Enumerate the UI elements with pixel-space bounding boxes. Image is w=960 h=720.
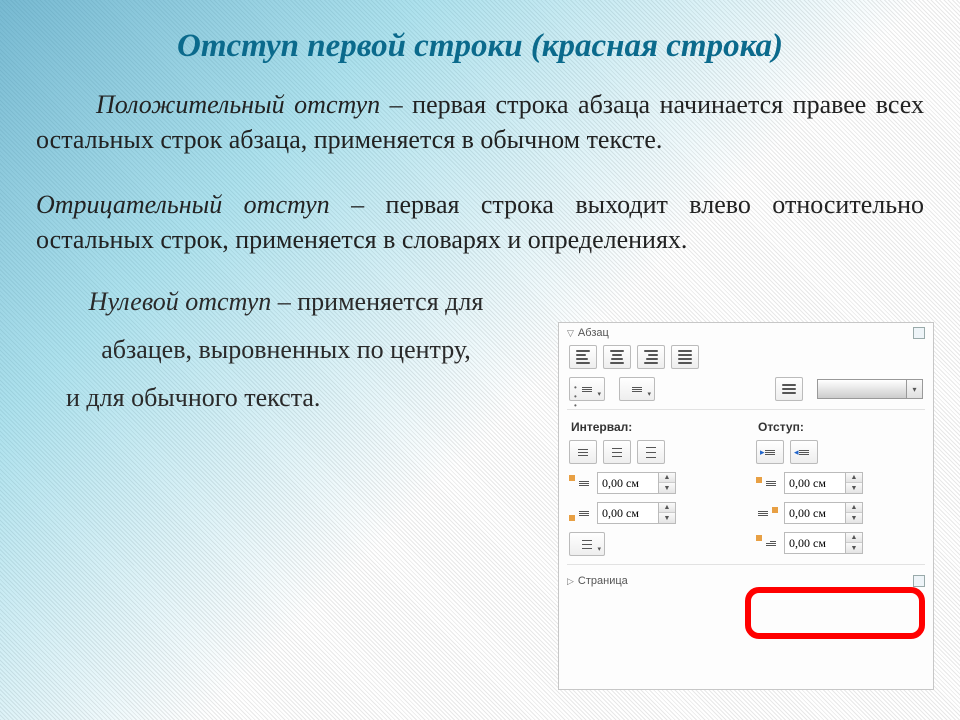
line-spacing-1-button[interactable] [569, 440, 597, 464]
first-line-indent-up[interactable]: ▲ [846, 533, 862, 543]
space-above-input[interactable] [598, 476, 658, 491]
term-negative: Отрицательный отступ [36, 190, 330, 219]
space-above-up[interactable]: ▲ [659, 473, 675, 483]
space-below-down[interactable]: ▼ [659, 513, 675, 523]
section-title-page: Страница [578, 575, 628, 587]
space-above-field[interactable]: ▲▼ [597, 472, 676, 494]
alignment-row [559, 341, 933, 373]
section-title-paragraph: Абзац [578, 327, 609, 339]
indent-right-up[interactable]: ▲ [846, 503, 862, 513]
first-line-indent-icon [756, 533, 778, 553]
line-spacing-15-button[interactable] [603, 440, 631, 464]
align-right-button[interactable] [637, 345, 665, 369]
paragraph-positive: Положительный отступ – первая строка абз… [36, 87, 924, 157]
space-below-input[interactable] [598, 506, 658, 521]
fill-toggle-button[interactable] [775, 377, 803, 401]
align-center-button[interactable] [603, 345, 631, 369]
slide-title: Отступ первой строки (красная строка) [36, 28, 924, 65]
align-left-button[interactable] [569, 345, 597, 369]
dialog-launcher-icon[interactable] [913, 327, 925, 339]
label-indent: Отступ: [746, 414, 933, 436]
bullet-list-button[interactable]: ••• ▾ [569, 377, 605, 401]
term-positive: Положительный отступ [96, 90, 380, 119]
space-above-icon [569, 473, 591, 493]
line-spacing-2-button[interactable] [637, 440, 665, 464]
term-zero: Нулевой отступ [89, 287, 272, 316]
indent-right-field[interactable]: ▲▼ [784, 502, 863, 524]
text-zero-2: абзацев, выровненных по центру, [36, 335, 536, 365]
align-justify-button[interactable] [671, 345, 699, 369]
indent-left-down[interactable]: ▼ [846, 483, 862, 493]
panel-section-paragraph[interactable]: ▽ Абзац [559, 323, 933, 341]
decrease-indent-button[interactable]: ◂ [790, 440, 818, 464]
indent-left-up[interactable]: ▲ [846, 473, 862, 483]
label-interval: Интервал: [559, 414, 746, 436]
indent-left-input[interactable] [785, 476, 845, 491]
first-line-indent-input[interactable] [785, 536, 845, 551]
paragraph-negative: Отрицательный отступ – первая строка вых… [36, 187, 924, 257]
space-below-field[interactable]: ▲▼ [597, 502, 676, 524]
text-zero-3: и для обычного текста. [66, 383, 536, 413]
number-list-button[interactable]: ▾ [619, 377, 655, 401]
highlight-box [745, 587, 925, 639]
indent-left-icon [756, 473, 778, 493]
fill-color-swatch[interactable] [817, 379, 907, 399]
indent-right-input[interactable] [785, 506, 845, 521]
fill-color-dropdown[interactable]: ▾ [907, 379, 923, 399]
collapse-icon: ▽ [567, 328, 574, 338]
indent-right-down[interactable]: ▼ [846, 513, 862, 523]
space-above-down[interactable]: ▼ [659, 483, 675, 493]
first-line-indent-down[interactable]: ▼ [846, 543, 862, 553]
increase-indent-button[interactable]: ▸ [756, 440, 784, 464]
indent-right-icon [756, 503, 778, 523]
paragraph-panel: ▽ Абзац ••• ▾ ▾ ▾ Интервал: Отступ: [558, 322, 934, 690]
expand-icon: ▷ [567, 576, 574, 586]
line-spacing-dropdown[interactable]: ▾ [569, 532, 605, 556]
dialog-launcher-page-icon[interactable] [913, 575, 925, 587]
list-row: ••• ▾ ▾ ▾ [559, 373, 933, 405]
indent-left-field[interactable]: ▲▼ [784, 472, 863, 494]
text-zero-1: – применяется для [271, 287, 483, 316]
first-line-indent-field[interactable]: ▲▼ [784, 532, 863, 554]
space-below-up[interactable]: ▲ [659, 503, 675, 513]
panel-section-page[interactable]: ▷ Страница [559, 569, 933, 589]
space-below-icon [569, 503, 591, 523]
paragraph-zero: Нулевой отступ – применяется для абзацев… [36, 287, 536, 413]
